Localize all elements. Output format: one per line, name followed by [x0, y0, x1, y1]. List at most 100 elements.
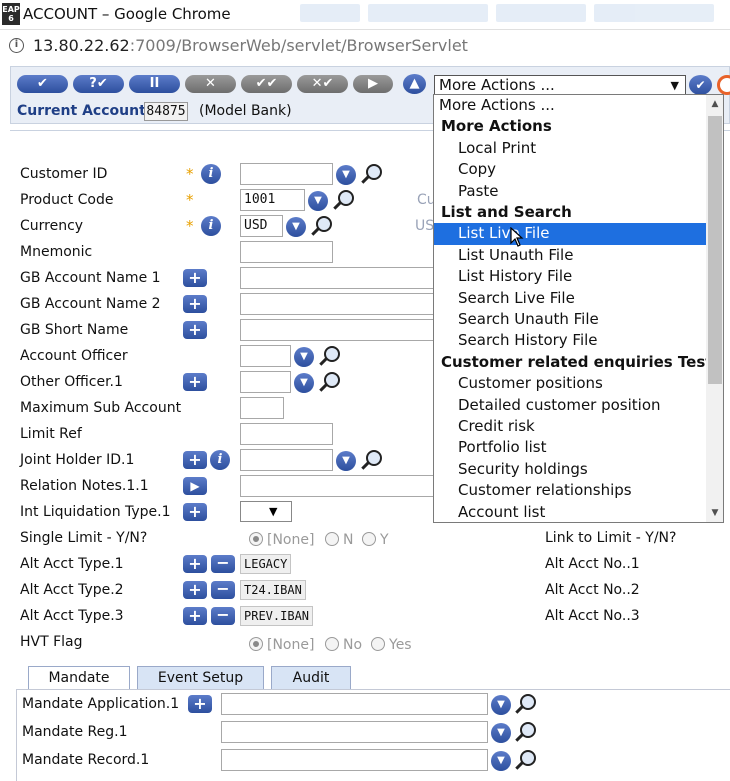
add-icon[interactable]: +: [183, 503, 207, 521]
help-icon[interactable]: [717, 75, 730, 95]
tab-event-setup[interactable]: Event Setup: [137, 666, 264, 689]
add-icon[interactable]: +: [183, 373, 207, 391]
info-icon[interactable]: i: [201, 164, 221, 184]
dropdown-icon[interactable]: ▼: [336, 451, 356, 471]
dropdown-option[interactable]: Search Live File: [434, 288, 706, 309]
int-liquidation-select[interactable]: ▼: [240, 501, 292, 522]
url-text[interactable]: 13.80.22.62:7009/BrowserWeb/servlet/Brow…: [33, 36, 468, 55]
mandate-reg-input[interactable]: [221, 721, 488, 743]
max-sub-account-input[interactable]: [240, 397, 284, 419]
scroll-down-icon[interactable]: ▼: [706, 504, 723, 522]
dropdown-option[interactable]: More Actions ...: [434, 95, 706, 116]
radio-none[interactable]: [249, 532, 263, 546]
reverse-button[interactable]: ✕✔: [297, 75, 348, 93]
info-icon[interactable]: i: [210, 450, 230, 470]
add-icon[interactable]: +: [183, 581, 207, 599]
go-button[interactable]: ✔: [689, 75, 712, 95]
dropdown-option[interactable]: Copy: [434, 159, 706, 180]
add-icon[interactable]: +: [188, 695, 212, 713]
dropdown-option[interactable]: Customer relationships: [434, 480, 706, 501]
add-icon[interactable]: +: [183, 295, 207, 313]
account-officer-input[interactable]: [240, 345, 291, 367]
product-code-input[interactable]: 1001: [240, 189, 305, 211]
remove-icon[interactable]: −: [211, 581, 235, 599]
dropdown-option[interactable]: List Live File: [434, 223, 706, 245]
expand-icon[interactable]: ▶: [183, 477, 207, 495]
dropdown-icon[interactable]: ▼: [286, 217, 306, 237]
authorise-button[interactable]: ✔✔: [241, 75, 292, 93]
currency-input[interactable]: USD: [240, 215, 283, 237]
add-icon[interactable]: +: [183, 607, 207, 625]
address-bar[interactable]: i 13.80.22.62:7009/BrowserWeb/servlet/Br…: [0, 30, 730, 62]
site-info-icon[interactable]: i: [9, 38, 24, 53]
add-icon[interactable]: +: [183, 269, 207, 287]
dropdown-icon[interactable]: ▼: [336, 165, 356, 185]
mnemonic-label: Mnemonic: [20, 244, 93, 260]
dropdown-option[interactable]: Search History File: [434, 330, 706, 351]
hold-button[interactable]: II: [129, 75, 180, 93]
gb-account-name-2-input[interactable]: [240, 293, 434, 315]
add-icon[interactable]: +: [183, 555, 207, 573]
dropdown-icon[interactable]: ▼: [491, 695, 511, 715]
add-icon[interactable]: +: [183, 321, 207, 339]
radio-n-label: N: [343, 532, 354, 548]
dropdown-option[interactable]: Security holdings: [434, 459, 706, 480]
search-icon[interactable]: [360, 163, 386, 185]
tab-audit[interactable]: Audit: [271, 666, 351, 689]
search-icon[interactable]: [318, 345, 344, 367]
add-icon[interactable]: +: [183, 451, 207, 469]
validate-button[interactable]: ?✔: [73, 75, 124, 93]
search-icon[interactable]: [360, 449, 386, 471]
dropdown-icon[interactable]: ▼: [491, 751, 511, 771]
dropdown-icon[interactable]: ▼: [294, 347, 314, 367]
remove-icon[interactable]: −: [211, 555, 235, 573]
dropdown-option[interactable]: Paste: [434, 181, 706, 202]
other-officer-input[interactable]: [240, 371, 291, 393]
more-actions-select[interactable]: More Actions ... ▼: [434, 75, 686, 96]
search-icon[interactable]: [332, 189, 358, 211]
dropdown-option[interactable]: List History File: [434, 266, 706, 287]
mnemonic-input[interactable]: [240, 241, 333, 263]
dropdown-option[interactable]: Account list: [434, 502, 706, 522]
more-actions-dropdown-list[interactable]: More Actions ... More Actions Local Print C…: [433, 94, 724, 523]
radio-none[interactable]: [249, 637, 263, 651]
radio-n[interactable]: [325, 532, 339, 546]
delete-button[interactable]: ✕: [185, 75, 236, 93]
radio-no[interactable]: [325, 637, 339, 651]
tab-mandate[interactable]: Mandate: [28, 666, 130, 690]
gb-short-name-input[interactable]: [240, 319, 434, 341]
search-icon[interactable]: [514, 721, 540, 743]
dropdown-option[interactable]: Detailed customer position: [434, 395, 706, 416]
dropdown-option[interactable]: Local Print: [434, 138, 706, 159]
relation-notes-input[interactable]: [240, 475, 434, 497]
joint-holder-input[interactable]: [240, 449, 333, 471]
dropdown-option[interactable]: Search Unauth File: [434, 309, 706, 330]
scrollbar-thumb[interactable]: [708, 116, 722, 384]
dropdown-option[interactable]: Customer positions: [434, 373, 706, 394]
commit-button[interactable]: ✔: [17, 75, 68, 93]
radio-yes[interactable]: [371, 637, 385, 651]
dropdown-option[interactable]: Portfolio list: [434, 437, 706, 458]
dropdown-option[interactable]: Credit risk: [434, 416, 706, 437]
dropdown-icon[interactable]: ▼: [294, 373, 314, 393]
dropdown-icon[interactable]: ▼: [308, 191, 328, 211]
dropdown-icon[interactable]: ▼: [491, 723, 511, 743]
scroll-up-icon[interactable]: ▲: [706, 95, 723, 113]
dropdown-option[interactable]: List Unauth File: [434, 245, 706, 266]
search-icon[interactable]: [514, 693, 540, 715]
other-officer-label: Other Officer.1: [20, 374, 123, 390]
info-icon[interactable]: i: [201, 216, 221, 236]
mandate-record-input[interactable]: [221, 749, 488, 771]
mandate-application-input[interactable]: [221, 693, 488, 715]
search-icon[interactable]: [318, 371, 344, 393]
remove-icon[interactable]: −: [211, 607, 235, 625]
limit-ref-input[interactable]: [240, 423, 333, 445]
search-icon[interactable]: [310, 215, 336, 237]
radio-none-label: [None]: [267, 637, 315, 653]
customer-id-input[interactable]: [240, 163, 333, 185]
search-icon[interactable]: [514, 749, 540, 771]
radio-y[interactable]: [362, 532, 376, 546]
up-arrow-icon[interactable]: ▲: [403, 74, 426, 94]
gb-account-name-1-input[interactable]: [240, 267, 434, 289]
next-button[interactable]: ▶: [353, 75, 393, 93]
